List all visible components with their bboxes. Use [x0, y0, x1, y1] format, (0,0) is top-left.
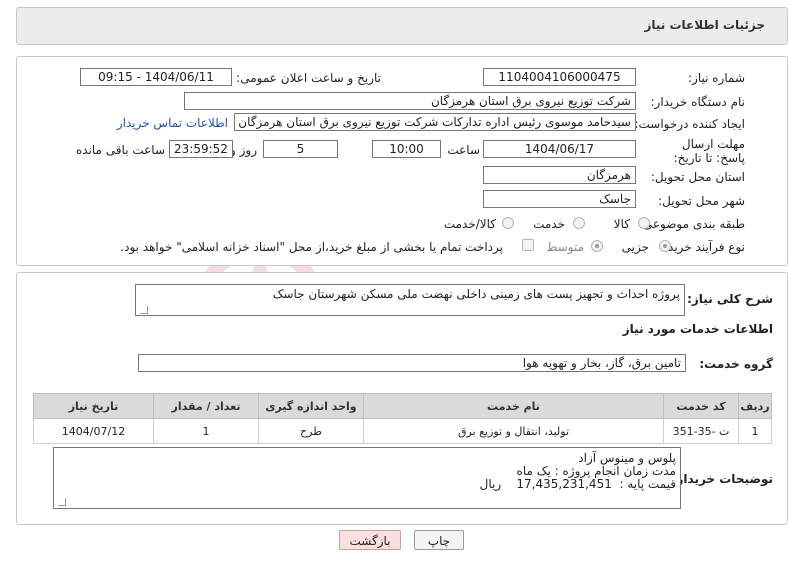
buyer-notes-label: توضیحات خریدار: [671, 472, 773, 486]
page-title-bar: جزئیات اطلاعات نیاز [16, 7, 788, 45]
creator-field: سیدحامد موسوی رئیس اداره تدارکات شرکت تو… [234, 113, 636, 131]
announce-date-field: 1404/06/11 - 09:15 [80, 68, 232, 86]
category-label: طبقه بندی موضوعی: [638, 217, 745, 231]
process-option-medium: متوسط [546, 240, 584, 254]
back-button[interactable]: بازگشت [339, 530, 401, 550]
buyer-contact-link[interactable]: اطلاعات تماس خریدار [117, 116, 228, 130]
summary-textarea[interactable]: پروژه احداث و تجهیز پست های زمینی داخلی … [135, 284, 685, 316]
buyer-org-field: شرکت توزیع نیروی برق استان هرمزگان [184, 92, 636, 110]
col-service-name: نام خدمت [363, 393, 664, 419]
treasury-payment-checkbox[interactable] [522, 239, 534, 251]
process-radio-medium[interactable] [591, 240, 603, 252]
deadline-date-field: 1404/06/17 [483, 140, 636, 158]
cell-service-code: ت -35-351 [663, 418, 739, 444]
deadline-hour-label: ساعت [447, 143, 480, 157]
city-field: جاسک [483, 190, 636, 208]
creator-label: ایجاد کننده درخواست: [634, 117, 745, 131]
col-unit: واحد اندازه گیری [258, 393, 364, 419]
col-service-code: کد خدمت [663, 393, 739, 419]
province-field: هرمزگان [483, 166, 636, 184]
col-quantity: تعداد / مقدار [153, 393, 259, 419]
remaining-time-field: 23:59:52 [169, 140, 233, 158]
city-label: شهر محل تحویل: [658, 194, 745, 208]
cell-quantity: 1 [153, 418, 259, 444]
col-need-date: تاریخ نیاز [33, 393, 154, 419]
process-radio-minor[interactable] [659, 240, 671, 252]
table-row: 1 ت -35-351 تولید، انتقال و توزیع برق طر… [33, 418, 772, 444]
deadline-time-field: 10:00 [372, 140, 441, 158]
process-option-minor: جزیی [621, 240, 649, 254]
remaining-time-label: ساعت باقی مانده [75, 143, 165, 157]
print-button[interactable]: چاپ [414, 530, 464, 550]
services-table-header: ردیف کد خدمت نام خدمت واحد اندازه گیری ت… [33, 393, 772, 419]
col-row: ردیف [738, 393, 772, 419]
category-option-goods-service: کالا/خدمت [443, 217, 496, 231]
deadline-label: مهلت ارسال پاسخ: تا تاریخ: [673, 137, 745, 165]
remaining-days-field: 5 [263, 140, 338, 158]
service-group-label: گروه خدمت: [699, 357, 773, 371]
cell-row: 1 [738, 418, 772, 444]
summary-label: شرح کلی نیاز: [687, 292, 773, 306]
category-radio-service[interactable] [573, 217, 585, 229]
service-group-field: تامین برق، گاز، بخار و تهویه هوا [138, 354, 686, 372]
need-number-field: 1104004106000475 [483, 68, 636, 86]
category-option-service: خدمت [533, 217, 565, 231]
buyer-notes-textarea[interactable]: پلوس و مینوس آزاد مدت زمان انجام پروژه :… [53, 447, 681, 509]
category-option-goods: کالا [613, 217, 630, 231]
cell-service-name: تولید، انتقال و توزیع برق [363, 418, 664, 444]
days-label: روز و [230, 143, 257, 157]
buyer-notes-resize-handle[interactable] [58, 498, 66, 506]
category-radio-goods[interactable] [638, 217, 650, 229]
province-label: استان محل تحویل: [650, 170, 745, 184]
services-table: ردیف کد خدمت نام خدمت واحد اندازه گیری ت… [33, 393, 772, 444]
treasury-payment-note: پرداخت تمام یا بخشی از مبلغ خرید،از محل … [120, 240, 503, 254]
need-number-label: شماره نیاز: [688, 71, 745, 85]
summary-resize-handle[interactable] [140, 306, 148, 314]
category-radio-goods-service[interactable] [502, 217, 514, 229]
buyer-notes-line: قیمت پایه : 17,435,231,451 ریال [479, 477, 676, 491]
page-title: جزئیات اطلاعات نیاز [644, 18, 765, 32]
cell-unit: طرح [258, 418, 364, 444]
cell-need-date: 1404/07/12 [33, 418, 154, 444]
services-heading: اطلاعات خدمات مورد نیاز [622, 322, 773, 336]
buyer-org-label: نام دستگاه خریدار: [650, 95, 746, 109]
process-label: نوع فرآیند خرید : [660, 240, 745, 254]
announce-date-label: تاریخ و ساعت اعلان عمومی: [236, 71, 381, 85]
